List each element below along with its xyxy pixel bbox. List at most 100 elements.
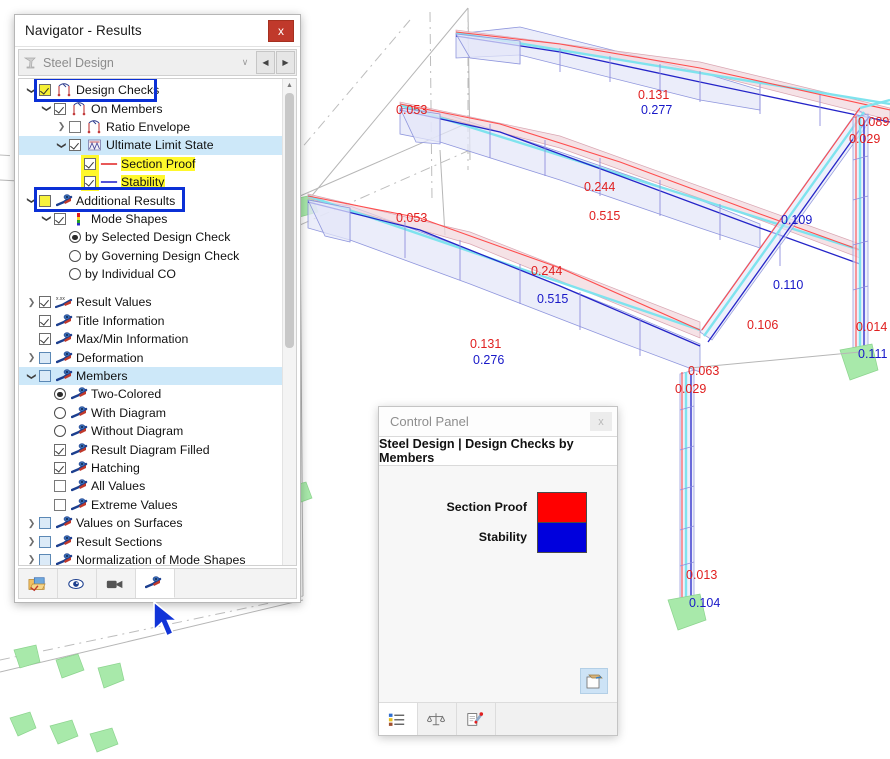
legend-color-swatch[interactable] bbox=[537, 521, 587, 553]
chevron-down-icon[interactable]: ❯ bbox=[26, 193, 37, 208]
tree-item-label: Members bbox=[76, 369, 128, 384]
tree-item-spacer-1[interactable] bbox=[19, 283, 283, 293]
navigator-toolbar[interactable] bbox=[18, 568, 297, 599]
checkbox-extreme-values[interactable] bbox=[54, 498, 66, 511]
radio-by-selected-design-check[interactable] bbox=[69, 231, 81, 244]
checkbox-hatching[interactable] bbox=[54, 462, 66, 474]
design-standard-combobox[interactable]: Steel Design ∨ ◀ ▶ bbox=[18, 49, 297, 76]
control-panel-footer-tabs[interactable] bbox=[379, 702, 617, 735]
checkbox-result-sections[interactable] bbox=[39, 535, 51, 548]
checkbox-all-values[interactable] bbox=[54, 480, 66, 493]
tree-item-ultimate-limit-state[interactable]: ❯ Ultimate Limit State bbox=[19, 136, 283, 155]
tree-item-deformation[interactable]: ❯ Deformation bbox=[19, 348, 283, 366]
results-diagram-icon bbox=[55, 552, 73, 565]
radio-two-colored[interactable] bbox=[54, 388, 66, 401]
checkbox-max-min-information[interactable] bbox=[39, 333, 51, 346]
tree-item-label: Title Information bbox=[76, 313, 165, 328]
tree-item-all-values[interactable]: All Values bbox=[19, 477, 283, 495]
tree-item-members[interactable]: ❯ Members bbox=[19, 366, 283, 386]
navigator-title: Navigator - Results bbox=[25, 23, 142, 38]
result-value-label: 0.131 bbox=[638, 88, 670, 102]
close-icon[interactable]: x bbox=[590, 412, 612, 431]
tree-item-design-checks[interactable]: ❯ Design Checks bbox=[19, 79, 283, 102]
cp-tab-color-scale[interactable] bbox=[379, 703, 418, 735]
scroll-up-icon[interactable]: ▲ bbox=[283, 79, 296, 91]
toolbar-button-visibility[interactable] bbox=[58, 569, 97, 598]
result-values-icon: x.xx bbox=[55, 295, 73, 310]
tree-item-without-diagram[interactable]: Without Diagram bbox=[19, 422, 283, 440]
tree-item-section-proof[interactable]: Section Proof bbox=[19, 154, 283, 173]
clipboard-icon[interactable] bbox=[580, 668, 608, 694]
checkbox-members[interactable] bbox=[39, 370, 51, 383]
tree-item-mode-shapes[interactable]: ❯ Mode Shapes bbox=[19, 210, 283, 228]
close-icon[interactable]: x bbox=[268, 19, 294, 42]
tree-item-ratio-envelope[interactable]: ❯ Ratio Envelope bbox=[19, 118, 283, 136]
checkbox-title-information[interactable] bbox=[39, 314, 51, 327]
next-button[interactable]: ▶ bbox=[276, 51, 295, 74]
chevron-down-icon[interactable]: ❯ bbox=[26, 369, 37, 384]
open-folder-icon bbox=[28, 576, 46, 591]
prev-button[interactable]: ◀ bbox=[256, 51, 275, 74]
tree-item-result-values[interactable]: ❯ x.xx Result Values bbox=[19, 293, 283, 311]
chevron-down-icon[interactable]: ❯ bbox=[41, 211, 52, 226]
chevron-down-icon[interactable]: ❯ bbox=[56, 138, 67, 153]
checkbox-ultimate-limit-state[interactable] bbox=[69, 139, 81, 152]
chevron-right-icon[interactable]: ❯ bbox=[24, 518, 39, 529]
chevron-right-icon[interactable]: ❯ bbox=[24, 536, 39, 547]
tree-item-extreme-values[interactable]: Extreme Values bbox=[19, 496, 283, 514]
radio-with-diagram[interactable] bbox=[54, 406, 66, 419]
results-tree-container[interactable]: ❯ Design Checks ❯ On Members ❯ Ratio Envelope… bbox=[18, 78, 297, 566]
toolbar-button-results[interactable] bbox=[136, 569, 175, 598]
tree-item-stability[interactable]: Stability bbox=[19, 172, 283, 192]
tree-item-values-on-surfaces[interactable]: ❯ Values on Surfaces bbox=[19, 514, 283, 532]
tree-item-by-governing-design-check[interactable]: by Governing Design Check bbox=[19, 247, 283, 265]
legend-label: Stability bbox=[478, 530, 527, 544]
checkbox-normalization-of-mode-shapes[interactable] bbox=[39, 553, 51, 565]
control-panel-window[interactable]: Control Panel x Steel Design | Design Ch… bbox=[378, 406, 618, 736]
tree-item-by-individual-co[interactable]: by Individual CO bbox=[19, 265, 283, 283]
checkbox-mode-shapes[interactable] bbox=[54, 212, 66, 225]
tree-item-with-diagram[interactable]: With Diagram bbox=[19, 404, 283, 422]
cp-tab-factors[interactable] bbox=[418, 703, 457, 735]
tree-item-additional-results[interactable]: ❯ Additional Results bbox=[19, 187, 283, 213]
tree-item-title-information[interactable]: Title Information bbox=[19, 312, 283, 330]
tree-item-result-sections[interactable]: ❯ Result Sections bbox=[19, 532, 283, 550]
legend-color-swatch[interactable] bbox=[537, 491, 587, 523]
checkbox-ratio-envelope[interactable] bbox=[69, 120, 81, 133]
chevron-right-icon[interactable]: ❯ bbox=[24, 297, 39, 308]
tree-item-label: Extreme Values bbox=[91, 497, 178, 512]
tree-item-by-selected-design-check[interactable]: by Selected Design Check bbox=[19, 228, 283, 246]
radio-by-individual-co[interactable] bbox=[69, 268, 81, 281]
tree-scrollbar[interactable]: ▲ bbox=[282, 79, 296, 565]
tree-item-result-diagram-filled[interactable]: Result Diagram Filled bbox=[19, 440, 283, 458]
scrollbar-thumb[interactable] bbox=[285, 93, 294, 348]
chevron-down-icon[interactable]: ∨ bbox=[234, 57, 256, 68]
checkbox-section-proof[interactable] bbox=[84, 157, 96, 170]
checkbox-additional-results[interactable] bbox=[39, 194, 51, 207]
checkbox-values-on-surfaces[interactable] bbox=[39, 517, 51, 530]
tree-item-on-members[interactable]: ❯ On Members bbox=[19, 99, 283, 117]
chevron-down-icon[interactable]: ❯ bbox=[26, 83, 37, 98]
checkbox-deformation[interactable] bbox=[39, 351, 51, 364]
tree-item-hatching[interactable]: Hatching bbox=[19, 459, 283, 477]
checkbox-result-values[interactable] bbox=[39, 296, 51, 309]
tree-item-max-min-information[interactable]: Max/Min Information bbox=[19, 330, 283, 348]
checkbox-design-checks[interactable] bbox=[39, 84, 51, 97]
chevron-right-icon[interactable]: ❯ bbox=[24, 352, 39, 363]
tree-item-normalization-of-mode-shapes[interactable]: ❯ Normalization of Mode Shapes bbox=[19, 551, 283, 565]
chevron-right-icon[interactable]: ❯ bbox=[54, 121, 69, 132]
results-tree[interactable]: ❯ Design Checks ❯ On Members ❯ Ratio Envelope… bbox=[19, 79, 283, 565]
chevron-right-icon[interactable]: ❯ bbox=[24, 554, 39, 565]
chevron-down-icon[interactable]: ❯ bbox=[41, 101, 52, 116]
radio-without-diagram[interactable] bbox=[54, 425, 66, 438]
checkbox-result-diagram-filled[interactable] bbox=[54, 443, 66, 456]
toolbar-button-open-folder[interactable] bbox=[19, 569, 58, 598]
toolbar-button-video[interactable] bbox=[97, 569, 136, 598]
checkbox-on-members[interactable] bbox=[54, 102, 66, 115]
steel-design-icon bbox=[19, 53, 41, 73]
checkbox-stability[interactable] bbox=[84, 176, 96, 189]
navigator-results-window[interactable]: Navigator - Results x Steel Design ∨ ◀ ▶… bbox=[14, 14, 301, 603]
cp-tab-display-properties[interactable] bbox=[457, 703, 496, 735]
tree-item-two-colored[interactable]: Two-Colored bbox=[19, 385, 283, 403]
radio-by-governing-design-check[interactable] bbox=[69, 249, 81, 262]
